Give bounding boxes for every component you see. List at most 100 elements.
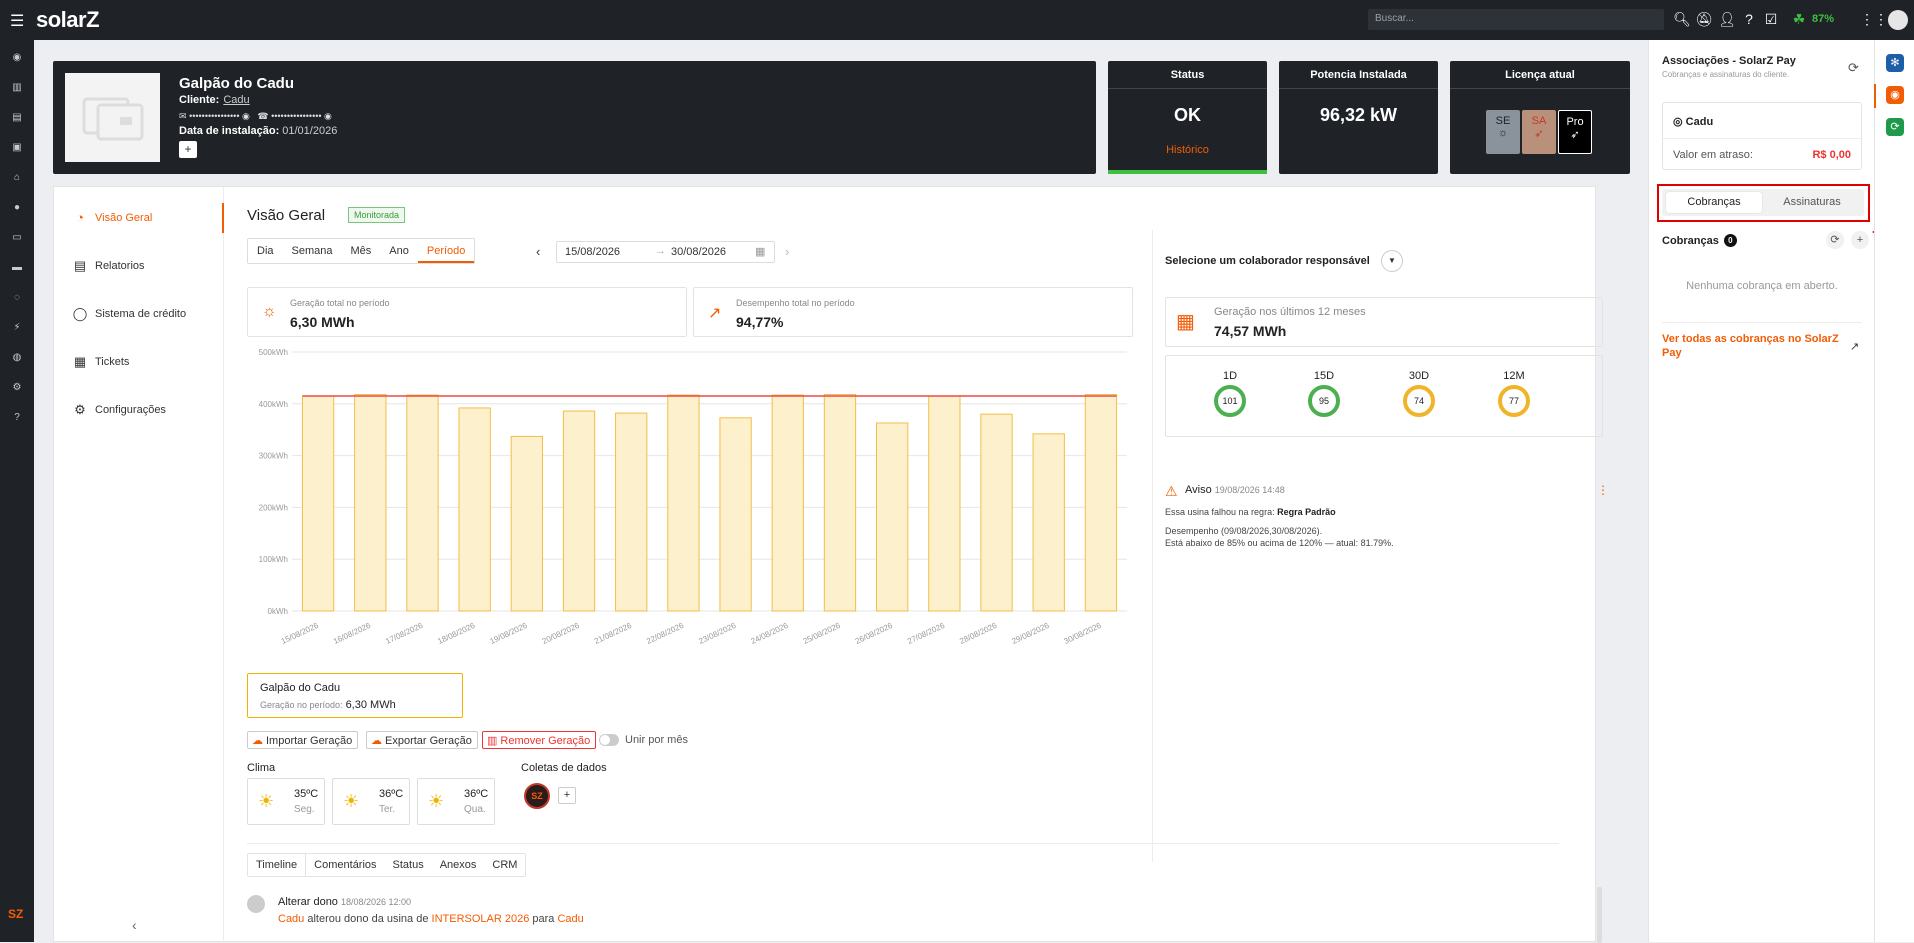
card-icon[interactable]: ▭ [9,232,25,243]
timeline-scrollbar[interactable] [1597,887,1602,943]
tab-mes[interactable]: Mês [342,239,381,263]
subnav-configuracoes[interactable]: ⚙︎ Configurações [54,395,224,425]
license-sa[interactable]: SA ➶ [1522,110,1556,154]
notifications-off-icon[interactable]: 🔕︎ [1695,11,1713,28]
date-to[interactable]: 30/08/2026 [671,246,726,258]
tab-status[interactable]: Status [385,854,432,876]
bar [354,393,387,612]
settings-icon[interactable]: ⚙︎ [9,382,25,393]
weather-weekday: Ter. [379,804,396,815]
refresh-charges-icon[interactable]: ⟳ [1826,231,1844,249]
timeline-target-link[interactable]: Cadu [557,913,583,925]
date-from[interactable]: 15/08/2026 [565,246,620,258]
dashboard-icon[interactable]: ◉ [9,52,25,63]
prev-period-icon[interactable]: ‹ [536,244,540,259]
timeline-user-link[interactable]: Cadu [278,913,304,925]
tasks-icon[interactable]: ☑︎ [1762,11,1780,28]
home-icon[interactable]: ⌂ [9,172,25,183]
bulb-icon: ◯ [72,306,88,321]
merge-month-label: Unir por mês [625,734,688,746]
add-collector-button[interactable]: + [558,787,576,804]
plant-legend-box[interactable]: Galpão do Cadu Geração no período: 6,30 M… [247,673,463,718]
subnav-visao-geral[interactable]: ◔ Visão Geral [54,203,224,233]
performance-value: 94,77% [736,314,784,330]
remove-generation-button[interactable]: ▥ Remover Geração [482,731,597,749]
view-all-charges-link[interactable]: Ver todas as cobranças no SolarZ Pay [1662,332,1842,360]
generation-summary: ☼ Geração total no período 6,30 MWh [247,287,687,337]
import-generation-button[interactable]: ☁ Importar Geração [247,731,359,749]
late-value: R$ 0,00 [1812,149,1851,161]
search-input[interactable]: Buscar... [1368,9,1664,30]
tab-comentarios[interactable]: Comentários [306,854,384,876]
remove-label: Remover Geração [500,735,591,747]
perf-ring-1d: 1D 101 [1210,370,1250,417]
x-tick-label: 19/08/2026 [489,621,530,646]
client-link[interactable]: Cadu [223,94,249,106]
battery-percent: 87% [1812,13,1835,25]
tab-ano[interactable]: Ano [380,239,418,263]
eye-icon[interactable]: ◉ [324,111,332,121]
chevron-down-icon[interactable]: ▼ [1381,250,1403,272]
phone-icon: ☎ [257,111,269,121]
tab-anexos[interactable]: Anexos [432,854,485,876]
timeline-title: Alterar dono 18/08/2026 12:00 [278,896,411,908]
warning-rule-text: Essa usina falhou na regra: [1165,507,1278,517]
help-circle-icon[interactable]: ? [9,412,25,423]
bar [667,394,700,612]
network-app-icon[interactable]: ✻ [1886,54,1904,72]
brand-logo[interactable]: solarZ [36,7,100,33]
bars-icon[interactable]: ▥ [9,82,25,93]
refresh-icon[interactable]: ⟳ [1848,60,1859,76]
date-range-picker[interactable]: 15/08/2026 → 30/08/2026 ▦ [556,241,775,263]
tab-timeline[interactable]: Timeline [248,854,307,876]
tab-dia[interactable]: Dia [248,239,283,263]
generation-caption: Geração total no período [290,298,390,308]
document-icon[interactable]: ▤ [9,112,25,123]
monitor-icon[interactable]: ▣ [9,142,25,153]
weather-weekday: Qua. [464,804,486,815]
menu-icon[interactable]: ☰ [10,11,24,31]
license-pro[interactable]: Pro ➶ [1558,110,1592,154]
chat-icon[interactable]: ◌ [9,292,25,303]
user-avatar[interactable] [1888,10,1908,30]
tab-cobrancas[interactable]: Cobranças [1666,192,1762,213]
search-icon[interactable]: 🔍︎ [1673,11,1691,28]
next-period-icon[interactable]: › [785,244,789,259]
zoom-icon[interactable]: ◍ [9,352,25,363]
collapse-chevron-icon[interactable]: ‹ [132,917,137,933]
add-info-button[interactable]: + [179,141,197,158]
tab-crm[interactable]: CRM [484,854,525,876]
add-charge-icon[interactable]: + [1851,231,1869,249]
apps-grid-icon[interactable]: ⋮⋮ [1860,11,1888,28]
y-tick-label: 300kWh [259,452,288,461]
license-se[interactable]: SE ☼ [1486,110,1520,154]
tab-periodo[interactable]: Período [417,239,475,263]
generation-chart: 0kWh 100kWh 200kWh 300kWh 400kWh 500kWh 15/08/… [259,348,1127,646]
eye-icon[interactable]: ◉ [242,111,250,121]
tab-assinaturas[interactable]: Assinaturas [1764,192,1860,213]
calendar-icon[interactable]: ▦ [755,245,765,258]
timeline-plant-link[interactable]: INTERSOLAR 2026 [432,913,530,925]
external-link-icon[interactable]: ↗ [1850,340,1859,353]
help-icon[interactable]: ? [1740,11,1758,27]
sz-collector[interactable]: SZ [524,783,550,809]
subnav-relatorios[interactable]: ▤ Relatorios [54,251,224,281]
warning-perf-line: Desempenho (09/08/2026,30/08/2026). [1165,526,1323,536]
tab-semana[interactable]: Semana [283,239,342,263]
x-tick-label: 20/08/2026 [541,621,582,646]
export-generation-button[interactable]: ☁ Exportar Geração [366,731,478,749]
sync-app-icon[interactable]: ⟳ [1886,118,1904,136]
more-vertical-icon[interactable]: ⋮ [1597,483,1609,497]
plug-icon[interactable]: ⚡︎ [9,322,25,333]
wallet-icon[interactable]: ▬ [9,262,25,273]
history-link[interactable]: Histórico [1108,144,1267,156]
x-tick-label: 27/08/2026 [906,621,947,646]
ring-value: 101 [1214,385,1246,417]
subnav-sistema-credito[interactable]: ◯ Sistema de crédito [54,299,224,329]
user-support-icon[interactable]: 👤︎ [1718,11,1736,28]
subnav-tickets[interactable]: ▦ Tickets [54,347,224,377]
solarz-app-icon[interactable]: ◉ [1886,86,1904,104]
x-tick-label: 18/08/2026 [436,621,477,646]
merge-month-toggle[interactable] [599,734,619,746]
person-icon[interactable]: ● [9,202,25,213]
